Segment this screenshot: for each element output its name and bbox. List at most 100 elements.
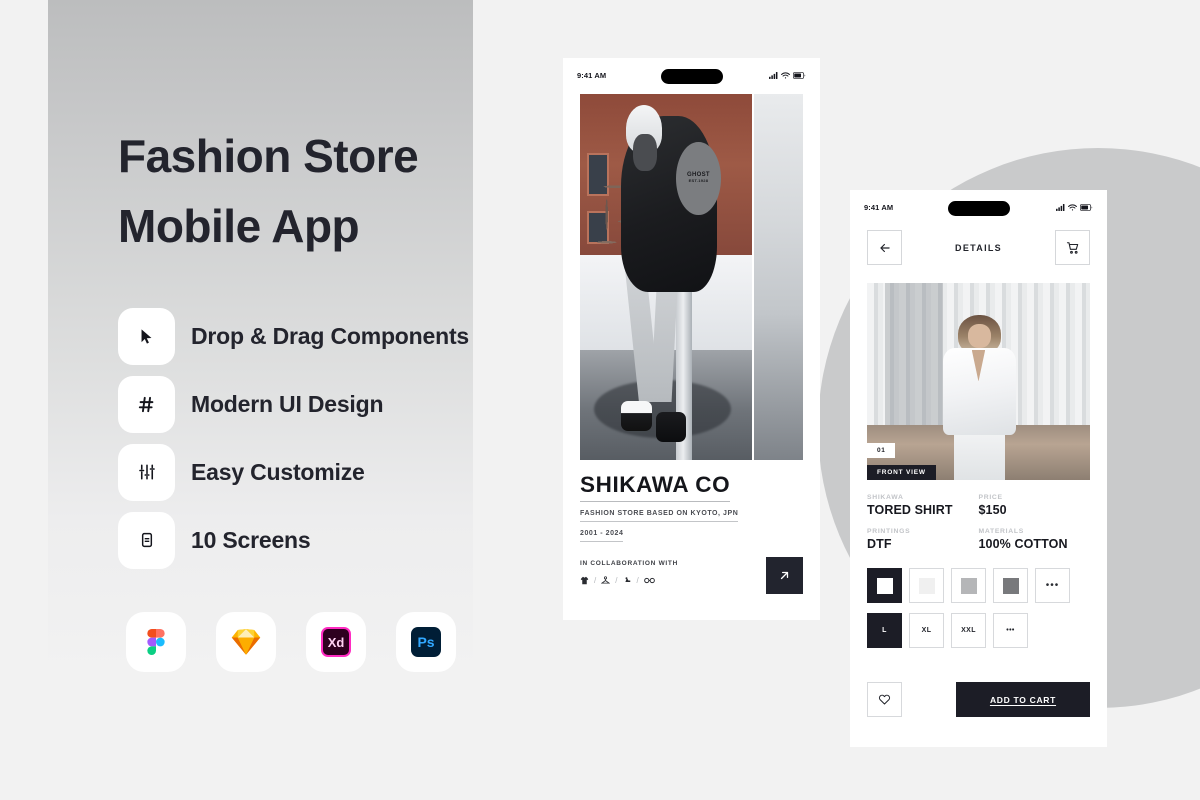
spec-key: PRICE xyxy=(978,494,1003,501)
details-action-bar: ADD TO CART xyxy=(867,682,1090,717)
cursor-icon xyxy=(118,307,175,365)
wall-shadow xyxy=(884,283,943,425)
separator: / xyxy=(636,576,639,585)
feature-item-10-screens: 10 Screens xyxy=(118,506,518,574)
status-bar-time: 9:41 AM xyxy=(864,202,894,212)
hash-icon xyxy=(118,375,175,433)
hero-product-image[interactable]: GHOST EST.1928 xyxy=(580,94,803,460)
feature-item-modern-ui: Modern UI Design xyxy=(118,370,518,438)
dynamic-island xyxy=(947,201,1010,216)
hero-image-left: GHOST EST.1928 xyxy=(580,94,752,460)
brand-years: 2001 - 2024 xyxy=(580,530,624,542)
spec-value: TORED SHIRT xyxy=(867,503,953,517)
wifi-icon xyxy=(1068,203,1077,210)
product-spec-grid: SHIKAWA TORED SHIRT PRICE $150 PRINTINGS… xyxy=(867,494,1090,551)
arrow-left-icon xyxy=(879,243,890,252)
poster-stage: Fashion Store Mobile App Drop & Drag Com… xyxy=(0,0,1200,800)
photo-index-badge: 01 xyxy=(867,443,896,458)
color-chip xyxy=(918,577,935,594)
details-nav-bar: DETAILS xyxy=(850,224,1107,265)
brand-name: SHIKAWA CO xyxy=(580,472,731,502)
feature-label: Modern UI Design xyxy=(191,390,384,417)
status-bar-icons xyxy=(769,71,806,79)
color-chip xyxy=(876,577,893,594)
sliders-icon xyxy=(118,443,175,501)
color-more-button[interactable]: ••• xyxy=(1035,568,1070,603)
battery-icon xyxy=(793,71,806,79)
back-button[interactable] xyxy=(867,230,902,265)
jacket-graphic-line-1: GHOST xyxy=(687,171,710,178)
cellular-signal-icon xyxy=(769,71,778,79)
status-bar-icons xyxy=(1056,203,1093,211)
sneaker-left xyxy=(621,401,653,431)
page-title: Fashion Store Mobile App xyxy=(118,122,498,262)
add-to-cart-button[interactable]: ADD TO CART xyxy=(956,682,1090,717)
color-chip xyxy=(960,577,977,594)
feature-item-drag-drop: Drop & Drag Components xyxy=(118,302,518,370)
size-option-xxl[interactable]: XXL xyxy=(951,613,986,648)
spec-materials: MATERIALS 100% COTTON xyxy=(979,528,1091,551)
photoshop-label: Ps xyxy=(417,634,435,650)
separator: / xyxy=(594,576,597,585)
phone-icon xyxy=(118,511,175,569)
sketch-logo xyxy=(216,612,276,672)
model-face xyxy=(968,324,991,348)
status-bar: 9:41 AM xyxy=(850,190,1107,224)
spec-key: MATERIALS xyxy=(978,528,1024,535)
more-dots-icon: ••• xyxy=(1045,579,1060,591)
tshirt-icon xyxy=(580,576,589,585)
sneaker-right xyxy=(655,412,687,442)
glasses-icon xyxy=(643,577,655,584)
separator: / xyxy=(615,576,618,585)
cart-button[interactable] xyxy=(1055,230,1090,265)
fabric-detail xyxy=(753,94,803,460)
wifi-icon xyxy=(781,71,790,78)
photo-view-badge: FRONT VIEW xyxy=(867,465,936,480)
left-info-panel: Fashion Store Mobile App Drop & Drag Com… xyxy=(48,0,473,720)
tool-logo-row: Xd Ps xyxy=(126,612,456,672)
headline-line-1: Fashion Store xyxy=(118,130,419,182)
feature-label: Easy Customize xyxy=(191,458,365,485)
feature-label: Drop & Drag Components xyxy=(191,322,469,349)
color-selector: ••• xyxy=(867,568,1090,603)
wishlist-button[interactable] xyxy=(867,682,902,717)
figma-logo xyxy=(126,612,186,672)
page-title: DETAILS xyxy=(955,242,1002,253)
product-photo[interactable]: 01 FRONT VIEW xyxy=(867,283,1090,480)
feature-list: Drop & Drag Components Modern UI Design xyxy=(118,302,518,574)
size-option-l[interactable]: L xyxy=(867,613,902,648)
spec-value: DTF xyxy=(867,537,892,551)
shoe-icon xyxy=(623,577,631,582)
feature-label: 10 Screens xyxy=(191,526,311,553)
color-option-dark-gray[interactable] xyxy=(993,568,1028,603)
size-selector: L XL XXL ••• xyxy=(867,613,1090,648)
status-bar-time: 9:41 AM xyxy=(577,70,607,80)
headline-line-2: Mobile App xyxy=(118,199,360,252)
adobe-xd-label: Xd xyxy=(327,634,345,650)
size-option-xl[interactable]: XL xyxy=(909,613,944,648)
jacket-graphic: GHOST EST.1928 xyxy=(676,141,721,215)
feature-item-easy-customize: Easy Customize xyxy=(118,438,518,506)
battery-icon xyxy=(1080,203,1093,211)
size-more-button[interactable]: ••• xyxy=(993,613,1028,648)
cellular-signal-icon xyxy=(1056,203,1065,211)
jacket-graphic-line-2: EST.1928 xyxy=(688,178,709,184)
model-face xyxy=(633,134,658,171)
hero-image-right xyxy=(751,94,803,460)
spec-printings: PRINTINGS DTF xyxy=(867,528,979,551)
status-bar: 9:41 AM xyxy=(563,58,820,92)
color-option-light-gray[interactable] xyxy=(951,568,986,603)
color-option-white-on-black[interactable] xyxy=(867,568,902,603)
color-chip xyxy=(1002,577,1019,594)
arrow-up-right-icon xyxy=(780,571,789,580)
spec-key: PRINTINGS xyxy=(867,528,911,535)
color-option-off-white[interactable] xyxy=(909,568,944,603)
hanger-icon xyxy=(601,576,611,584)
adobe-xd-logo: Xd xyxy=(306,612,366,672)
go-arrow-button[interactable] xyxy=(766,557,803,594)
photoshop-logo: Ps xyxy=(396,612,456,672)
spec-value: 100% COTTON xyxy=(978,537,1068,551)
spec-key: SHIKAWA xyxy=(867,494,904,501)
phone-screen-home: 9:41 AM GHOST EST.1928 SHIKAWA CO FASHIO… xyxy=(563,58,820,620)
spec-price: PRICE $150 xyxy=(979,494,1091,517)
